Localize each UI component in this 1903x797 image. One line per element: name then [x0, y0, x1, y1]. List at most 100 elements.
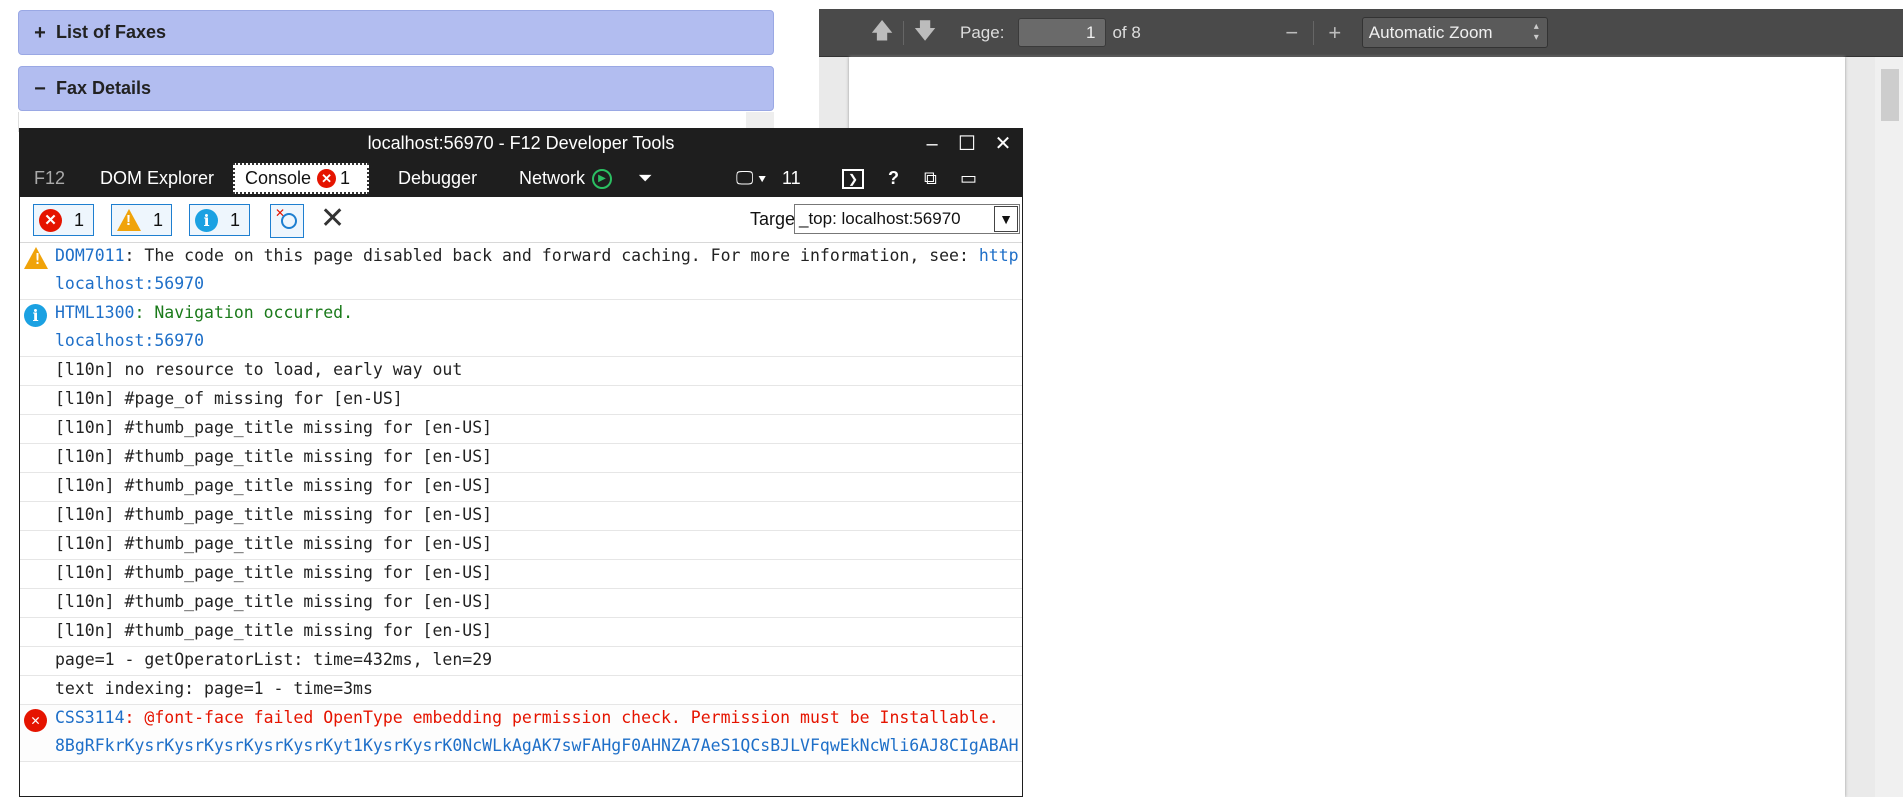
minimize-icon[interactable]: – — [915, 129, 949, 160]
message-text: [l10n] #thumb_page_title missing for [en… — [55, 418, 493, 437]
console-row-log[interactable]: [l10n] #thumb_page_title missing for [en… — [20, 618, 1022, 647]
tab-dom-explorer[interactable]: DOM Explorer — [100, 163, 214, 194]
message-text: [l10n] #thumb_page_title missing for [en… — [55, 563, 493, 582]
previous-page-icon[interactable]: 🡅 — [869, 14, 895, 52]
f12-developer-tools: localhost:56970 - F12 Developer Tools – … — [19, 128, 1023, 797]
message-text: [l10n] #page_of missing for [en-US] — [55, 389, 403, 408]
network-record-icon[interactable]: ▶ — [592, 169, 612, 189]
page-count: of 8 — [1112, 22, 1141, 42]
fax-details-header[interactable]: − Fax Details — [18, 66, 774, 111]
console-row-log[interactable]: [l10n] #thumb_page_title missing for [en… — [20, 531, 1022, 560]
errors-filter-button[interactable]: ✕ 1 — [33, 204, 94, 236]
console-row-log[interactable]: text indexing: page=1 - time=3ms — [20, 676, 1022, 705]
tab-network[interactable]: Network — [519, 163, 585, 194]
console-row-log[interactable]: [l10n] no resource to load, early way ou… — [20, 357, 1022, 386]
help-icon[interactable]: ? — [888, 165, 899, 192]
target-select[interactable]: _top: localhost:56970 ▼ — [794, 204, 1020, 234]
console-row-log[interactable]: page=1 - getOperatorList: time=432ms, le… — [20, 647, 1022, 676]
console-row-log[interactable]: [l10n] #page_of missing for [en-US] — [20, 386, 1022, 415]
message-text: [l10n] #thumb_page_title missing for [en… — [55, 592, 493, 611]
toolbar-separator — [1312, 20, 1314, 45]
warning-icon: ! — [24, 247, 48, 273]
error-icon: ✕ — [24, 709, 47, 732]
page-label: Page: — [960, 22, 1005, 42]
emulation-version: 11 — [782, 168, 801, 188]
message-text: : Navigation occurred. — [134, 303, 354, 322]
page-number-input[interactable]: 1 — [1018, 18, 1107, 47]
fax-details-label: Fax Details — [56, 78, 152, 98]
navigate-icon — [281, 213, 297, 229]
console-error-count: 1 — [340, 168, 351, 188]
zoom-select[interactable]: Automatic Zoom ▴ ▾ — [1361, 17, 1548, 48]
message-code[interactable]: DOM7011 — [55, 246, 125, 265]
message-text: [l10n] #thumb_page_title missing for [en… — [55, 476, 493, 495]
collapse-icon: − — [34, 77, 46, 100]
zoom-value: Automatic Zoom — [1368, 22, 1493, 42]
dock-icon[interactable]: ▭ — [960, 165, 977, 192]
pdf-scrollbar[interactable] — [1875, 57, 1903, 797]
list-of-faxes-label: List of Faxes — [56, 22, 167, 42]
info-icon: i — [24, 304, 47, 327]
message-text: [l10n] #thumb_page_title missing for [en… — [55, 534, 493, 553]
emulation-icon[interactable]: 🖵 ▾ — [736, 165, 766, 192]
message-text: : The code on this page disabled back an… — [124, 246, 979, 265]
console-row-log[interactable]: [l10n] #thumb_page_title missing for [en… — [20, 444, 1022, 473]
tab-console-label: Console — [245, 168, 312, 188]
message-link[interactable]: http://go.microsoft.com/fwlink/?LinkID=2… — [979, 246, 1022, 265]
message-text: : @font-face failed OpenType embedding p… — [124, 708, 999, 727]
console-row-error[interactable]: ✕ CSS3114: @font-face failed OpenType em… — [20, 705, 1022, 762]
warning-icon: ! — [117, 209, 141, 231]
pdf-toolbar: 🡅 🡇 Page: 1 of 8 − + Automatic Zoom ▴ ▾ — [819, 9, 1903, 57]
clear-on-navigate-toggle[interactable]: ✕ — [270, 204, 304, 238]
info-icon: i — [195, 208, 218, 232]
close-icon[interactable]: ✕ — [986, 129, 1020, 160]
console-toolbar: ✕ 1 ! 1 i 1 ✕ ✕ Target _top: localhost:5… — [20, 197, 1022, 243]
console-row-log[interactable]: [l10n] #thumb_page_title missing for [en… — [20, 589, 1022, 618]
list-of-faxes-header[interactable]: + List of Faxes — [18, 10, 774, 55]
target-value: _top: localhost:56970 — [799, 209, 961, 228]
console-row-warning[interactable]: ! DOM7011: The code on this page disable… — [20, 243, 1022, 300]
console-row-log[interactable]: [l10n] #thumb_page_title missing for [en… — [20, 502, 1022, 531]
console-output: ! DOM7011: The code on this page disable… — [20, 243, 1022, 796]
select-arrows-icon: ▴ ▾ — [1533, 21, 1539, 43]
clear-console-icon[interactable]: ✕ — [320, 202, 345, 236]
console-row-log[interactable]: [l10n] #thumb_page_title missing for [en… — [20, 560, 1022, 589]
console-row-log[interactable]: [l10n] #thumb_page_title missing for [en… — [20, 473, 1022, 502]
tab-console[interactable]: Console ✕ 1 — [233, 163, 369, 194]
next-page-icon[interactable]: 🡇 — [912, 14, 938, 52]
console-row-log[interactable]: [l10n] #thumb_page_title missing for [en… — [20, 415, 1022, 444]
target-label: Target — [750, 209, 801, 229]
warnings-count: 1 — [153, 209, 164, 230]
message-source[interactable]: localhost:56970 — [55, 331, 204, 350]
message-text: [l10n] #thumb_page_title missing for [en… — [55, 621, 493, 640]
message-text: page=1 - getOperatorList: time=432ms, le… — [55, 650, 493, 669]
more-tabs-icon[interactable]: ⏷ — [638, 165, 652, 192]
message-text: [l10n] no resource to load, early way ou… — [55, 360, 463, 379]
message-text: [l10n] #thumb_page_title missing for [en… — [55, 505, 493, 524]
undock-icon[interactable]: ⧉ — [924, 165, 937, 192]
message-code[interactable]: CSS3114 — [55, 708, 125, 727]
message-text: [l10n] #thumb_page_title missing for [en… — [55, 447, 493, 466]
tab-debugger[interactable]: Debugger — [398, 163, 477, 194]
devtools-title: localhost:56970 - F12 Developer Tools — [20, 129, 1022, 160]
messages-filter-button[interactable]: i 1 — [189, 204, 250, 236]
error-icon: ✕ — [317, 169, 337, 188]
scrollbar-thumb[interactable] — [1881, 69, 1899, 121]
expand-icon: + — [34, 21, 46, 44]
console-row-info[interactable]: i HTML1300: Navigation occurred. localho… — [20, 300, 1022, 357]
tab-f12[interactable]: F12 — [34, 163, 65, 194]
error-icon: ✕ — [39, 208, 62, 232]
warnings-filter-button[interactable]: ! 1 — [111, 204, 172, 236]
toolbar-separator — [903, 20, 904, 45]
console-prompt-icon[interactable]: ❯ — [842, 169, 864, 189]
zoom-in-button[interactable]: + — [1322, 20, 1348, 46]
message-code[interactable]: HTML1300 — [55, 303, 134, 322]
devtools-tabs: F12 DOM Explorer Console ✕ 1 Debugger Ne… — [20, 160, 1022, 197]
message-text: text indexing: page=1 - time=3ms — [55, 679, 373, 698]
errors-count: 1 — [74, 209, 85, 230]
chevron-down-icon: ▼ — [994, 206, 1018, 232]
zoom-out-button[interactable]: − — [1279, 20, 1305, 46]
maximize-icon[interactable]: ☐ — [950, 129, 984, 160]
message-source[interactable]: localhost:56970 — [55, 274, 204, 293]
message-source[interactable]: 8BgRFkrKysrKysrKysrKysrKysrKyt1KysrKysrK… — [55, 736, 1019, 755]
